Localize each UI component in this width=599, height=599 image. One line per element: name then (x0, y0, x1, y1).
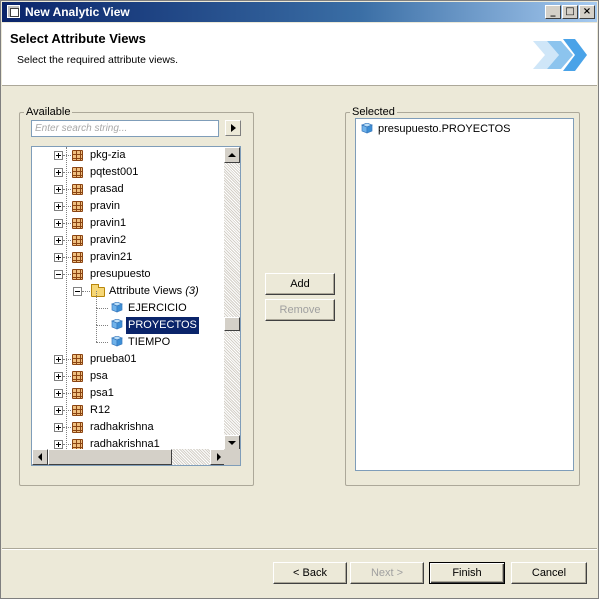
expand-icon[interactable] (54, 168, 63, 177)
attribute-view-icon (111, 336, 123, 347)
page-description: Select the required attribute views. (17, 54, 179, 66)
back-button[interactable]: < Back (273, 562, 347, 584)
package-icon (72, 252, 83, 263)
horizontal-scroll-thumb[interactable] (48, 449, 172, 465)
tree-item-folder[interactable]: Attribute Views (3) (32, 283, 222, 300)
collapse-icon[interactable] (54, 270, 63, 279)
package-icon (72, 422, 83, 433)
available-tree[interactable]: pkg-zia pqtest001 prasad pravin pravin1 pravi… (31, 146, 241, 466)
expand-icon[interactable] (54, 440, 63, 449)
expand-icon[interactable] (54, 406, 63, 415)
attribute-view-icon (111, 319, 123, 330)
tree-item-package[interactable]: pravin2 (32, 232, 222, 249)
package-icon (72, 405, 83, 416)
tree-item-label: EJERCICIO (128, 302, 187, 314)
selected-list[interactable]: presupuesto.PROYECTOS (355, 118, 574, 471)
tree-item-package[interactable]: pqtest001 (32, 164, 222, 181)
package-icon (72, 371, 83, 382)
close-button[interactable]: × (579, 5, 595, 19)
tree-item-label: Attribute Views (3) (109, 285, 199, 297)
item-count: (3) (185, 285, 199, 297)
add-button[interactable]: Add (265, 273, 335, 295)
expand-icon[interactable] (54, 202, 63, 211)
tree-item-label: prasad (90, 183, 124, 195)
tree-item-view[interactable]: EJERCICIO (32, 291, 222, 317)
expand-icon[interactable] (54, 219, 63, 228)
expand-icon[interactable] (54, 423, 63, 432)
expand-icon[interactable] (54, 236, 63, 245)
tree-item-package[interactable]: pravin (32, 198, 222, 215)
tree-item-package[interactable]: psa1 (32, 385, 222, 402)
tree-item-label: pravin2 (90, 234, 127, 246)
tree-item-package[interactable]: radhakrishna (32, 419, 222, 436)
cancel-button[interactable]: Cancel (511, 562, 587, 584)
tree-item-view[interactable]: TIEMPO (32, 325, 222, 351)
tree-item-package[interactable]: pkg-zia (32, 147, 222, 164)
tree-item-label: pravin (90, 200, 120, 212)
package-icon (72, 388, 83, 399)
finish-button[interactable]: Finish (429, 562, 505, 584)
scrollbar-corner (224, 449, 240, 465)
scroll-left-button[interactable] (32, 449, 48, 465)
tree-item-label: presupuesto (90, 268, 151, 280)
tree-item-package[interactable]: R12 (32, 402, 222, 419)
expand-icon[interactable] (54, 372, 63, 381)
tree-item-view[interactable]: PROYECTOS (32, 308, 222, 334)
tree-item-label: radhakrishna (90, 421, 154, 433)
package-icon (72, 150, 83, 161)
tree-item-label: pravin1 (90, 217, 127, 229)
wizard-header: Select Attribute Views Select the requir… (2, 23, 597, 86)
tree-item-label: R12 (90, 404, 111, 416)
window-title: New Analytic View (25, 5, 130, 19)
app-icon (7, 5, 20, 18)
minimize-button[interactable]: _ (545, 5, 561, 19)
tree-horizontal-scrollbar[interactable] (32, 449, 226, 465)
package-icon (72, 201, 83, 212)
tree-item-package[interactable]: presupuesto (32, 266, 222, 283)
tree-item-package[interactable]: pravin21 (32, 249, 222, 266)
tree-item-package[interactable]: prasad (32, 181, 222, 198)
collapse-icon[interactable] (73, 287, 82, 296)
expand-icon[interactable] (54, 389, 63, 398)
wizard-body: Available pkg-ziapqtest001prasadpravinpr… (2, 87, 597, 547)
maximize-button[interactable]: □ (562, 5, 578, 19)
package-icon (72, 167, 83, 178)
expand-icon[interactable] (54, 185, 63, 194)
expand-icon[interactable] (54, 253, 63, 262)
title-bar[interactable]: New Analytic View _ □ × (2, 2, 597, 22)
page-title: Select Attribute Views (10, 31, 146, 46)
next-button[interactable]: Next > (350, 562, 424, 584)
tree-item-package[interactable]: pravin1 (32, 215, 222, 232)
attribute-view-icon (111, 302, 123, 313)
open-folder-icon (91, 284, 105, 297)
search-go-button[interactable] (225, 120, 241, 136)
attribute-view-icon (361, 123, 373, 134)
wizard-window: New Analytic View _ □ × Select Attribute… (0, 0, 599, 599)
tree-item-label: prueba01 (90, 353, 137, 365)
wizard-chevrons-icon (533, 39, 587, 71)
package-icon (72, 235, 83, 246)
remove-button[interactable]: Remove (265, 299, 335, 321)
expand-icon[interactable] (54, 151, 63, 160)
selected-item-label: presupuesto.PROYECTOS (378, 123, 511, 135)
tree-item-label: pkg-zia (90, 149, 126, 161)
tree-item-label: pqtest001 (90, 166, 139, 178)
scroll-thumb[interactable] (224, 317, 240, 331)
tree-item-label: TIEMPO (128, 336, 171, 348)
package-icon (72, 184, 83, 195)
tree-item-label: psa1 (90, 387, 114, 399)
tree-item-package[interactable]: prueba01 (32, 351, 222, 368)
package-icon (72, 218, 83, 229)
tree-item-label: psa (90, 370, 108, 382)
package-icon (72, 354, 83, 365)
search-input[interactable] (31, 120, 219, 137)
tree-item-label: pravin21 (90, 251, 133, 263)
package-icon (72, 269, 83, 280)
tree-item-package[interactable]: psa (32, 368, 222, 385)
expand-icon[interactable] (54, 355, 63, 364)
footer-separator (2, 548, 597, 550)
tree-item-label: PROYECTOS (126, 317, 199, 334)
tree-vertical-scrollbar[interactable] (224, 147, 240, 451)
scroll-up-button[interactable] (224, 147, 240, 163)
